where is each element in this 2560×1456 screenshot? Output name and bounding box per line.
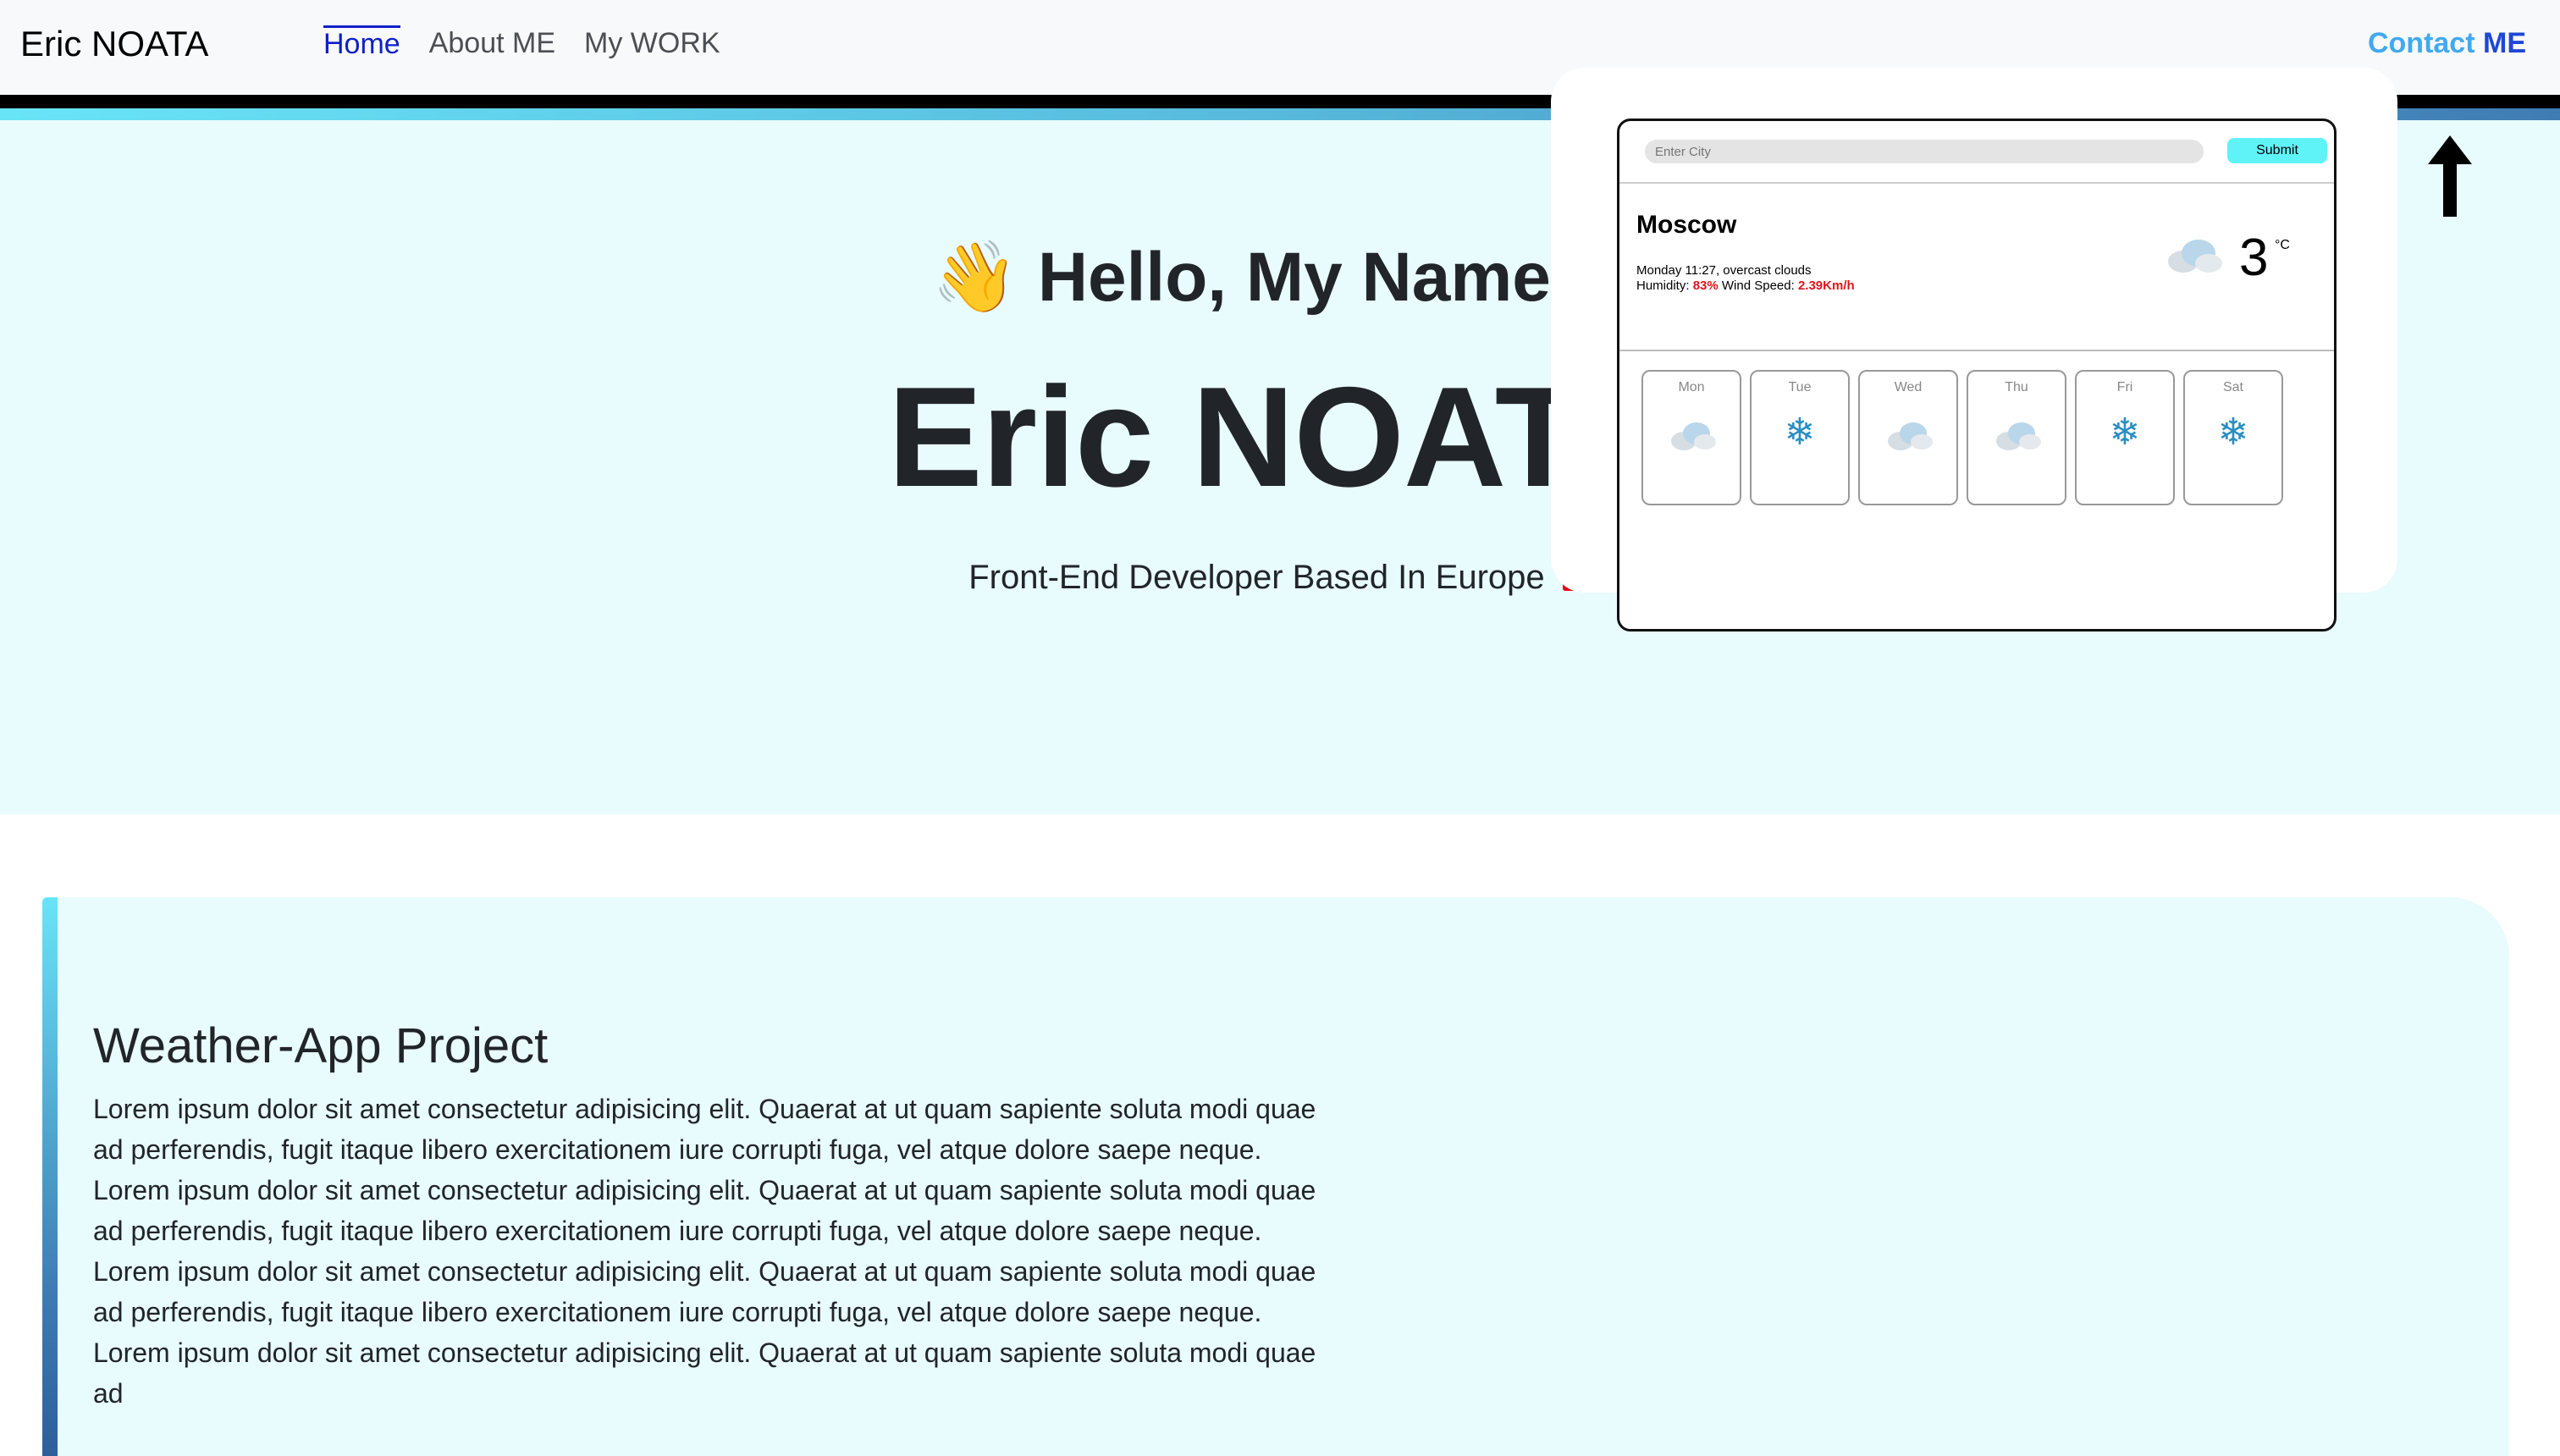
- snowflake-icon: ❄: [2109, 411, 2141, 453]
- cloud-icon: [1996, 422, 2041, 450]
- forecast-day: Sat ❄: [2183, 370, 2283, 505]
- snowflake-icon: ❄: [1784, 411, 1816, 453]
- wind-value: 2.39Km/h: [1797, 279, 1855, 293]
- temperature-value: 3: [2239, 229, 2269, 287]
- contact-link-part1: Contact: [2367, 27, 2475, 59]
- project-title: Weather-App Project: [93, 1018, 549, 1073]
- nav-link-work[interactable]: My WORK: [584, 25, 720, 61]
- forecast-day: Thu: [1967, 370, 2066, 505]
- day-label: Wed: [1894, 380, 1923, 394]
- forecast-divider: [1619, 350, 2334, 351]
- project-card: Weather-App Project Lorem ipsum dolor si…: [42, 897, 2509, 1456]
- weather-stats-line: Humidity: 83% Wind Speed: 2.39Km/h: [1636, 279, 1855, 293]
- forecast-days: Mon Tue ❄ Wed Thu Fri ❄ Sat ❄: [1641, 370, 2283, 505]
- day-label: Mon: [1678, 380, 1705, 394]
- hero-greeting-text: Hello, My Name Is: [1037, 239, 1629, 316]
- day-label: Fri: [2116, 380, 2133, 394]
- forecast-day: Mon: [1641, 370, 1741, 505]
- project-accent-bar: [42, 897, 58, 1456]
- day-label: Tue: [1788, 380, 1812, 394]
- nav-link-about[interactable]: About ME: [429, 25, 555, 61]
- wind-label: Wind Speed:: [1721, 279, 1795, 293]
- forecast-day: Wed: [1858, 370, 1958, 505]
- search-row: Submit: [1619, 121, 2334, 184]
- wave-icon: 👋: [931, 239, 1019, 316]
- snowflake-icon: ❄: [2217, 411, 2249, 453]
- cloud-icon: [1888, 422, 1933, 450]
- weather-app-preview[interactable]: Submit Moscow Monday 11:27, overcast clo…: [1617, 119, 2337, 631]
- temperature-unit: °C: [2275, 238, 2290, 252]
- cloud-icon: [1671, 422, 1716, 450]
- project-description: Lorem ipsum dolor sit amet consectetur a…: [93, 1094, 1316, 1409]
- day-label: Sat: [2222, 380, 2243, 394]
- day-label: Thu: [2005, 380, 2028, 394]
- humidity-value: 83%: [1692, 279, 1719, 293]
- day-temps: [1643, 483, 1740, 497]
- forecast-day: Fri ❄: [2075, 370, 2175, 505]
- city-search-input[interactable]: [1645, 140, 2204, 163]
- forecast-day: Tue ❄: [1750, 370, 1850, 505]
- contact-link-part2: ME: [2483, 27, 2526, 59]
- submit-button[interactable]: Submit: [2227, 138, 2327, 163]
- nav-links: Home About ME My WORK: [323, 25, 720, 61]
- navbar-brand[interactable]: Eric NOATA: [20, 24, 208, 64]
- city-name: Moscow: [1636, 211, 1737, 239]
- weather-date-line: Monday 11:27, overcast clouds: [1636, 263, 1812, 278]
- hero-subtitle-text: Front-End Developer Based In Europe: [968, 559, 1545, 596]
- cloud-icon: [2168, 240, 2222, 273]
- contact-link[interactable]: Contact ME: [2368, 27, 2526, 60]
- humidity-label: Humidity:: [1636, 279, 1690, 293]
- nav-link-home[interactable]: Home: [323, 25, 400, 61]
- up-arrow-icon[interactable]: [2428, 135, 2472, 217]
